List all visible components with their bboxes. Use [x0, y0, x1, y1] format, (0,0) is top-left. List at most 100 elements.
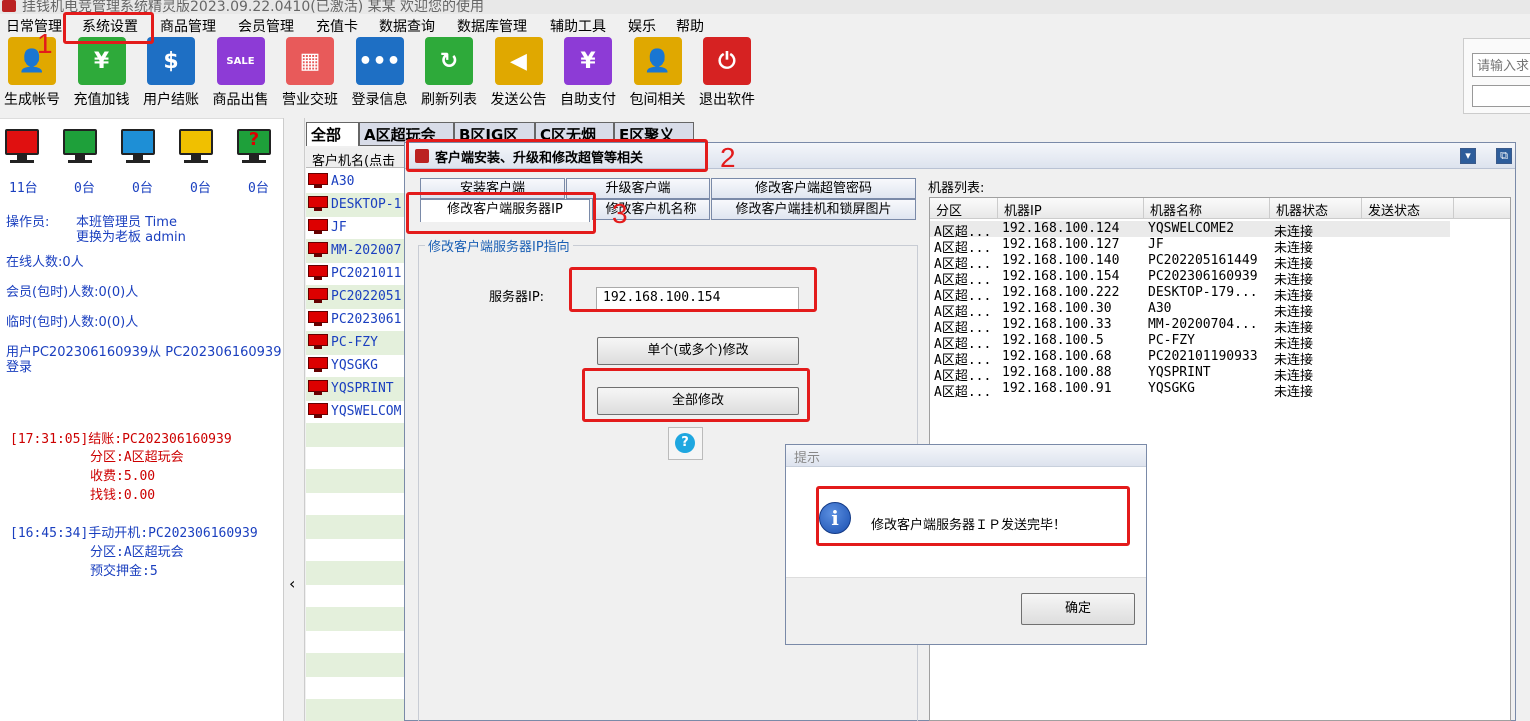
- toolbar-button-0[interactable]: 👤 生成帐号: [0, 36, 67, 114]
- monitor-count: 0台: [74, 181, 95, 196]
- machine-cell: 192.168.100.91: [1002, 381, 1112, 396]
- machine-col-header[interactable]: 发送状态: [1362, 198, 1454, 219]
- login-message: 用户PC202306160939从 PC202306160939: [6, 345, 282, 360]
- ok-button[interactable]: 确定: [1021, 593, 1135, 625]
- modify-all-button[interactable]: 全部修改: [597, 387, 799, 415]
- machine-row[interactable]: A区超... 192.168.100.30 A30 未连接: [930, 301, 1510, 320]
- monitor-screen: [63, 129, 97, 155]
- monitor-blue-icon[interactable]: [121, 129, 155, 167]
- dialog-tab-4[interactable]: 修改客户机名称: [592, 199, 710, 220]
- menu-item-3[interactable]: 会员管理: [238, 16, 294, 36]
- machine-col-header[interactable]: 分区: [930, 198, 998, 219]
- client-row[interactable]: A30: [306, 170, 406, 194]
- client-list-header[interactable]: 客户机名(点击: [306, 148, 406, 168]
- machine-row[interactable]: A区超... 192.168.100.91 YQSGKG 未连接: [930, 381, 1510, 400]
- dialog-tab-0[interactable]: 安装客户端: [420, 178, 565, 199]
- dropdown-icon[interactable]: ▾: [1460, 148, 1476, 164]
- client-name: JF: [331, 220, 347, 235]
- client-row[interactable]: MM-202007: [306, 239, 406, 263]
- machine-row[interactable]: A区超... 192.168.100.68 PC202101190933 未连接: [930, 349, 1510, 368]
- toolbar-button-9[interactable]: 👤 包间相关: [623, 36, 693, 114]
- monitor-screen: ?: [237, 129, 271, 155]
- group-title: 修改客户端服务器IP指向: [425, 236, 573, 255]
- toolbar-button-2[interactable]: $ 用户结账: [136, 36, 206, 114]
- monitor-screen: [308, 357, 328, 369]
- menu-item-4[interactable]: 充值卡: [316, 16, 358, 36]
- dialog-titlebar[interactable]: 客户端安装、升级和修改超管等相关 ▾ ⧉: [405, 143, 1515, 169]
- monitor-red-icon[interactable]: [5, 129, 39, 167]
- toolbar-glyph: ¥: [93, 48, 110, 74]
- machine-row[interactable]: A区超... 192.168.100.154 PC202306160939 未连接: [930, 269, 1510, 288]
- menu-item-8[interactable]: 娱乐: [628, 16, 656, 36]
- help-button[interactable]: ?: [668, 427, 703, 460]
- collapse-left-icon[interactable]: ‹: [289, 574, 295, 593]
- machine-cell: A区超...: [934, 385, 992, 400]
- message-text: 修改客户端服务器ＩＰ发送完毕！: [871, 518, 1067, 533]
- menu-item-6[interactable]: 数据库管理: [457, 16, 527, 36]
- client-row[interactable]: YQSWELCOM: [306, 400, 406, 424]
- machine-row[interactable]: A区超... 192.168.100.5 PC-FZY 未连接: [930, 333, 1510, 352]
- refresh-icon: ↻: [425, 37, 473, 85]
- machine-row[interactable]: A区超... 192.168.100.222 DESKTOP-179... 未连接: [930, 285, 1510, 304]
- client-row[interactable]: DESKTOP-1: [306, 193, 406, 217]
- machine-col-header[interactable]: 机器IP: [998, 198, 1144, 219]
- machine-list-header: 分区 机器IP 机器名称 机器状态 发送状态: [930, 198, 1510, 219]
- toolbar-button-3[interactable]: SALE 商品出售: [206, 36, 276, 114]
- client-row[interactable]: PC2021011: [306, 262, 406, 286]
- menu-item-2[interactable]: 商品管理: [160, 16, 216, 36]
- message-box-titlebar[interactable]: 提示: [786, 445, 1146, 467]
- client-row[interactable]: PC2023061: [306, 308, 406, 332]
- toolbar-button-5[interactable]: ••• 登录信息: [345, 36, 415, 114]
- modify-selected-button[interactable]: 单个(或多个)修改: [597, 337, 799, 365]
- client-row[interactable]: JF: [306, 216, 406, 240]
- menu-item-1[interactable]: 系统设置: [82, 16, 138, 36]
- monitor-green-icon[interactable]: [63, 129, 97, 167]
- menu-item-5[interactable]: 数据查询: [379, 16, 435, 36]
- client-row[interactable]: PC2022051: [306, 285, 406, 309]
- empty-row: [306, 630, 406, 654]
- search-secondary-input[interactable]: [1472, 85, 1530, 107]
- toolbar-glyph: ↻: [439, 48, 459, 74]
- client-row[interactable]: YQSGKG: [306, 354, 406, 378]
- dialog-tab-1[interactable]: 升级客户端: [566, 178, 710, 199]
- toolbar-button-6[interactable]: ↻ 刷新列表: [414, 36, 484, 114]
- machine-row[interactable]: A区超... 192.168.100.88 YQSPRINT 未连接: [930, 365, 1510, 384]
- menu-item-9[interactable]: 帮助: [676, 16, 704, 36]
- machine-row[interactable]: A区超... 192.168.100.33 MM-20200704... 未连接: [930, 317, 1510, 336]
- machine-cell: YQSPRINT: [1148, 365, 1211, 380]
- monitor-yellow-icon[interactable]: [179, 129, 213, 167]
- switch-operator-link[interactable]: 更换为老板 admin: [76, 226, 186, 245]
- toolbar-button-8[interactable]: ¥ 自助支付: [553, 36, 623, 114]
- monitor-base: [314, 415, 322, 418]
- monitor-base: [314, 300, 322, 303]
- server-ip-input[interactable]: 192.168.100.154: [596, 287, 799, 310]
- dialog-tab-2[interactable]: 修改客户端超管密码: [711, 178, 916, 199]
- machine-row[interactable]: A区超... 192.168.100.140 PC202205161449 未连接: [930, 253, 1510, 272]
- toolbar-button-1[interactable]: ¥ 充值加钱: [67, 36, 137, 114]
- machine-col-header[interactable]: 机器名称: [1144, 198, 1270, 219]
- search-input[interactable]: [1472, 53, 1530, 77]
- toolbar-button-7[interactable]: ◀ 发送公告: [484, 36, 554, 114]
- machine-cell: 192.168.100.68: [1002, 349, 1112, 364]
- monitor-screen: [308, 242, 328, 254]
- machine-col-header[interactable]: 机器状态: [1270, 198, 1362, 219]
- machine-row[interactable]: A区超... 192.168.100.127 JF 未连接: [930, 237, 1510, 256]
- machine-row[interactable]: A区超... 192.168.100.124 YQSWELCOME2 未连接: [930, 221, 1450, 240]
- log-line: [17:31:05]结账:PC202306160939: [10, 432, 232, 447]
- dialog-tab-3[interactable]: 修改客户端服务器IP: [420, 199, 590, 222]
- operator-label: 操作员:: [6, 215, 50, 230]
- temp-count: 临时(包时)人数:0(0)人: [6, 315, 139, 330]
- machine-cell: A30: [1148, 301, 1172, 316]
- monitor-unknown-icon[interactable]: ?: [237, 129, 271, 167]
- menu-item-0[interactable]: 日常管理: [6, 16, 62, 36]
- restore-icon[interactable]: ⧉: [1496, 148, 1512, 164]
- toolbar-button-4[interactable]: ▦ 营业交班: [275, 36, 345, 114]
- monitor-screen: [308, 311, 328, 323]
- dialog-tab-5[interactable]: 修改客户端挂机和锁屏图片: [711, 199, 916, 220]
- zone-tab-0[interactable]: 全部: [306, 122, 359, 146]
- menu-item-7[interactable]: 辅助工具: [550, 16, 606, 36]
- client-row[interactable]: YQSPRINT: [306, 377, 406, 401]
- empty-row: [306, 538, 406, 562]
- toolbar-button-10[interactable]: ⏻ 退出软件: [692, 36, 762, 114]
- client-row[interactable]: PC-FZY: [306, 331, 406, 355]
